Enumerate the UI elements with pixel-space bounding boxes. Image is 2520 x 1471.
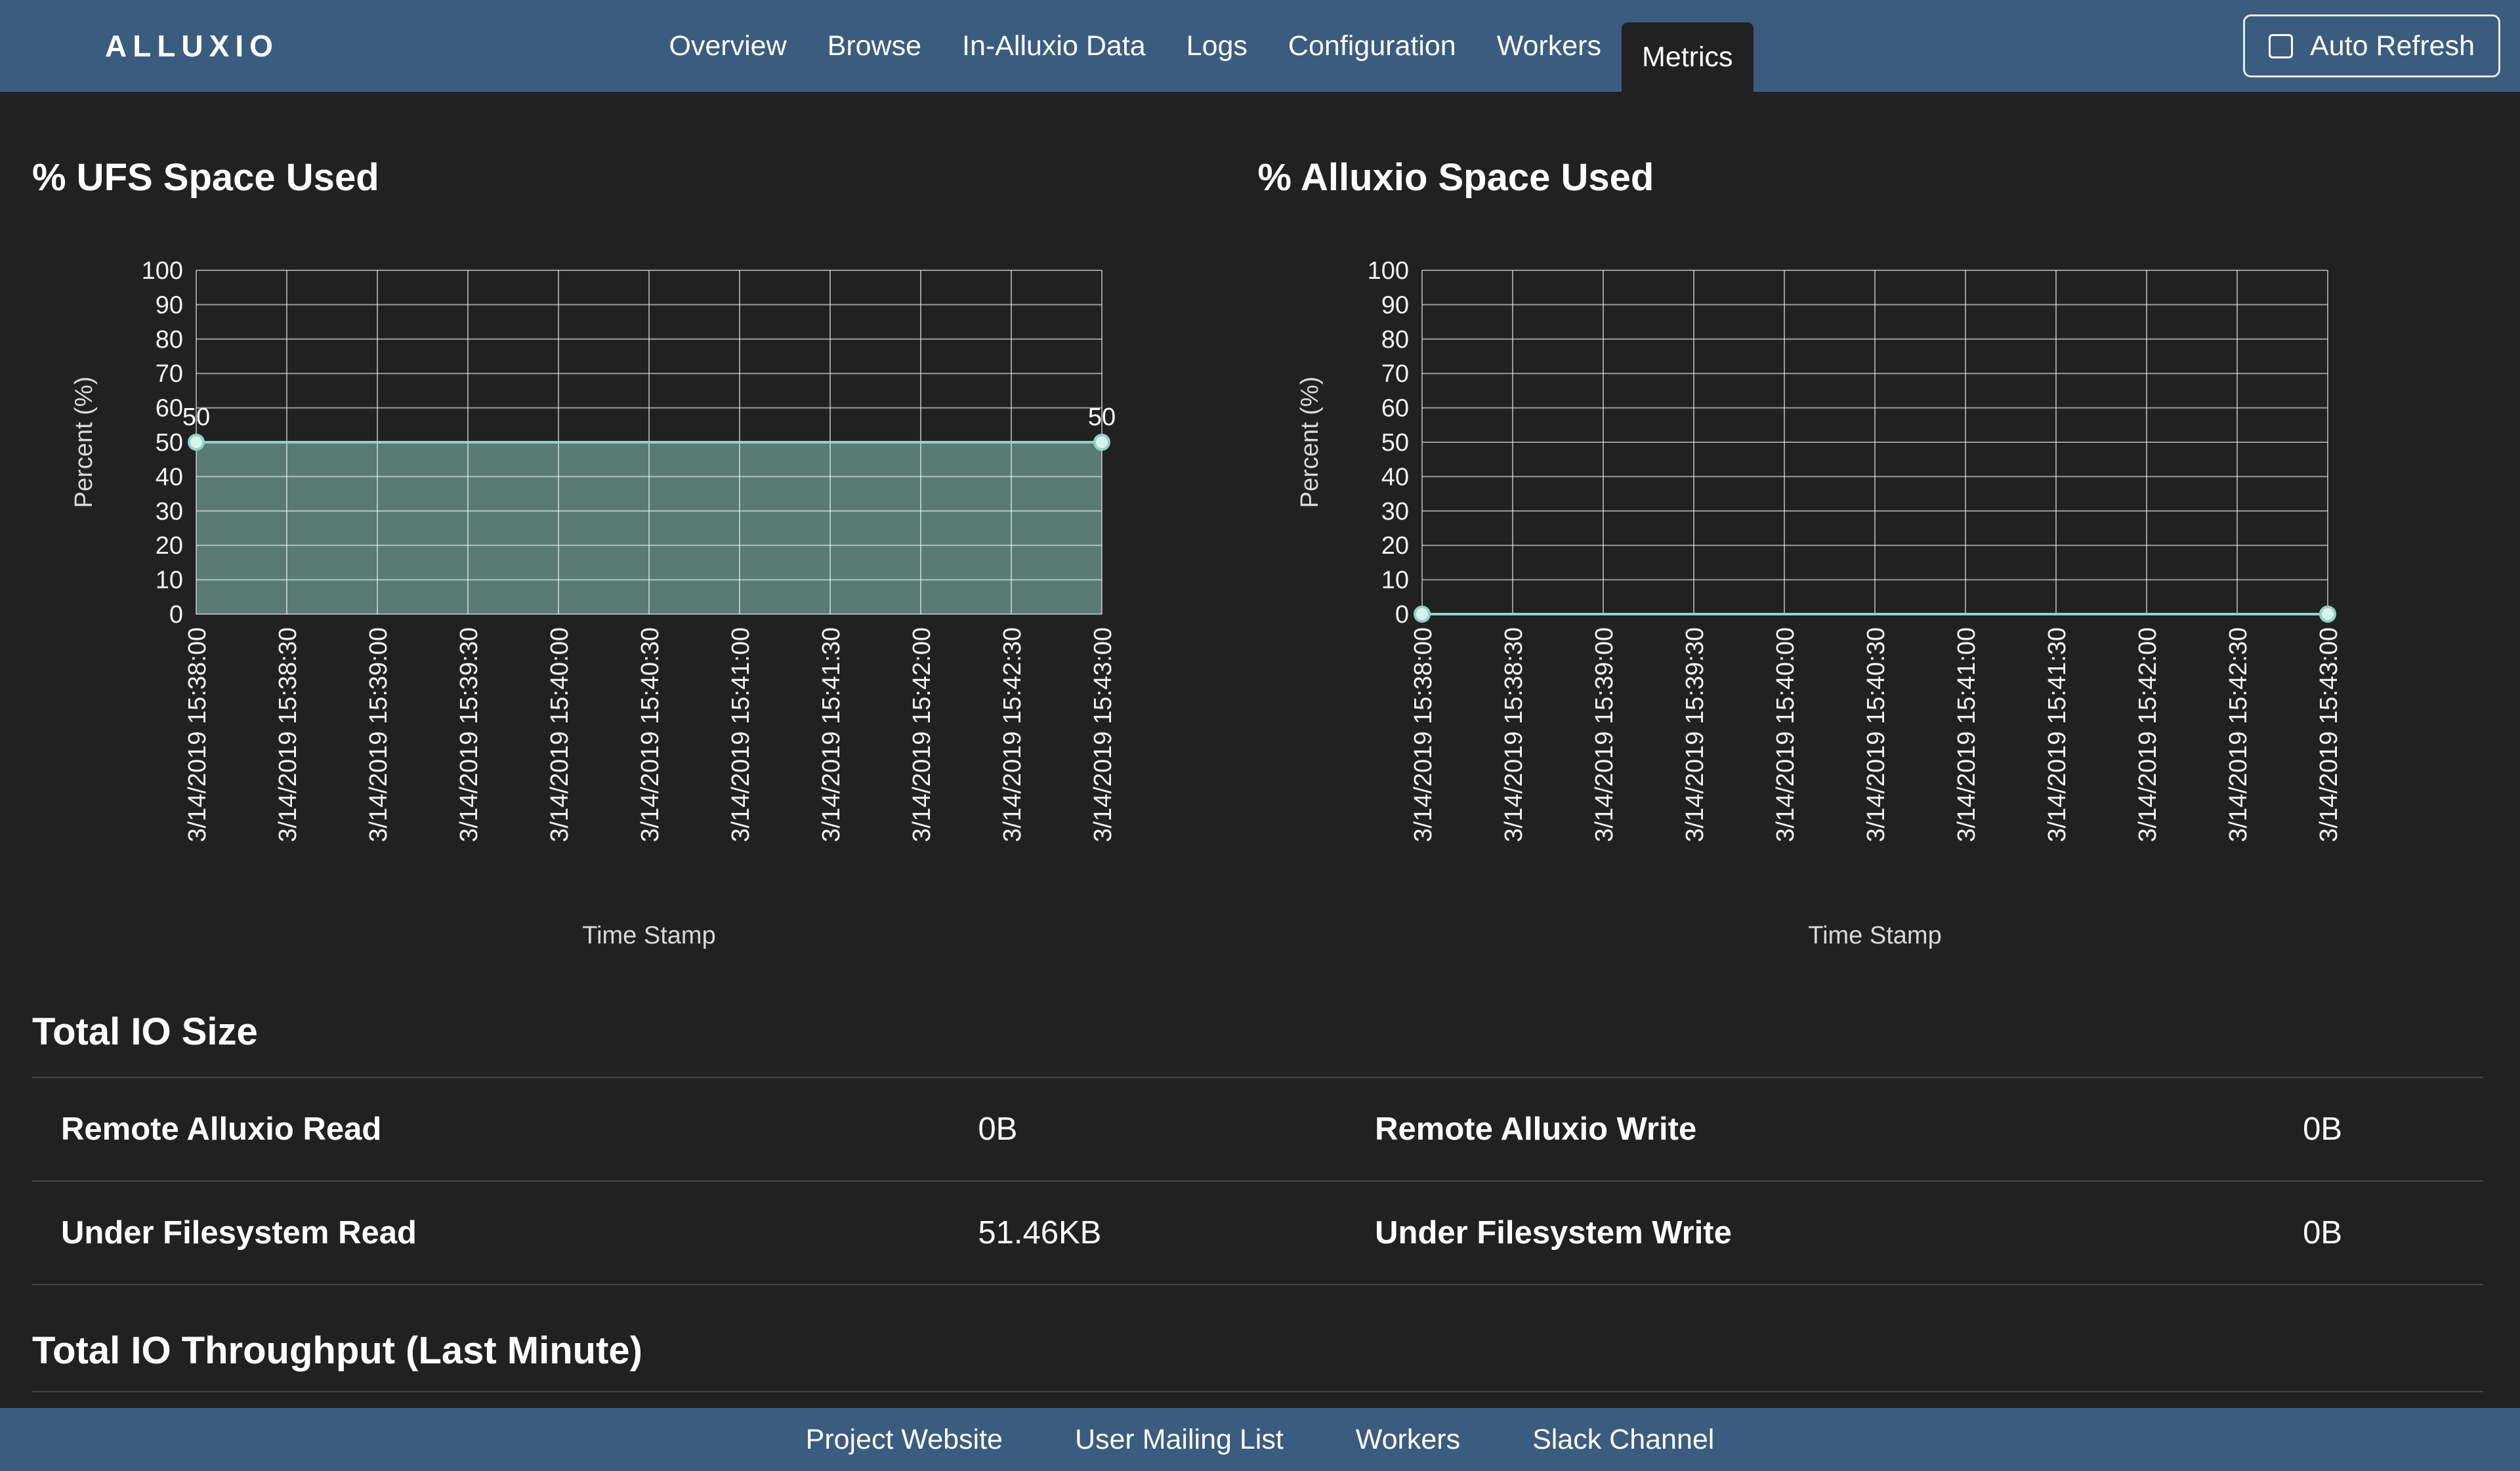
auto-refresh-label: Auto Refresh	[2310, 30, 2475, 62]
io-label-remote-alluxio-write: Remote Alluxio Write	[1375, 1111, 1697, 1147]
nav-item-workers[interactable]: Workers	[1477, 0, 1622, 92]
alluxio-space-chart-title: % Alluxio Space Used	[1257, 156, 1654, 199]
svg-text:80: 80	[1381, 326, 1408, 354]
section-divider	[32, 1391, 2483, 1392]
nav-item-in-alluxio-data[interactable]: In-Alluxio Data	[942, 0, 1166, 92]
io-label-under-filesystem-write: Under Filesystem Write	[1375, 1215, 1732, 1251]
svg-text:3/14/2019 15:42:30: 3/14/2019 15:42:30	[999, 627, 1026, 842]
svg-text:Time Stamp: Time Stamp	[1808, 922, 1941, 949]
svg-text:50: 50	[156, 429, 183, 457]
alluxio-space-chart-section: % Alluxio Space Used 0 10 20 30 40 50 60 70 80 90…	[1258, 155, 2484, 954]
svg-text:3/14/2019 15:41:00: 3/14/2019 15:41:00	[727, 627, 755, 842]
io-value-remote-alluxio-write: 0B	[2303, 1111, 2342, 1147]
ufs-space-chart-title: % UFS Space Used	[32, 156, 379, 199]
svg-text:80: 80	[156, 326, 183, 354]
svg-text:3/14/2019 15:39:00: 3/14/2019 15:39:00	[1591, 627, 1618, 842]
svg-text:3/14/2019 15:42:30: 3/14/2019 15:42:30	[2225, 627, 2252, 842]
io-label-under-filesystem-read: Under Filesystem Read	[61, 1215, 417, 1251]
metrics-page: % UFS Space Used 0 10 20 30 40 50 60 70 80 90 100 3…	[0, 155, 2520, 1392]
charts-row: % UFS Space Used 0 10 20 30 40 50 60 70 80 90 100 3…	[32, 155, 2483, 954]
io-value-under-filesystem-write: 0B	[2303, 1215, 2342, 1251]
nav-item-metrics[interactable]: Metrics	[1621, 22, 1754, 92]
svg-text:90: 90	[156, 291, 183, 319]
svg-text:3/14/2019 15:38:00: 3/14/2019 15:38:00	[184, 627, 211, 842]
alluxio-space-used-chart: 0 10 20 30 40 50 60 70 80 90 100 3/14/2019 15:38:00…	[1296, 257, 2343, 949]
ufs-space-chart-section: % UFS Space Used 0 10 20 30 40 50 60 70 80 90 100 3…	[32, 155, 1258, 954]
footer: Project Website User Mailing List Worker…	[0, 1408, 2520, 1471]
svg-text:60: 60	[1381, 395, 1408, 423]
ufs-space-used-chart: 01020304050607080901003/14/2019 15:38:00…	[70, 257, 1117, 949]
nav-item-overview[interactable]: Overview	[648, 0, 807, 92]
footer-link-slack-channel[interactable]: Slack Channel	[1532, 1424, 1714, 1456]
top-navbar: ALLUXIO Overview Browse In-Alluxio Data …	[0, 0, 2520, 92]
svg-text:90: 90	[1381, 291, 1408, 319]
auto-refresh-checkbox[interactable]	[2269, 33, 2294, 58]
svg-text:3/14/2019 15:40:00: 3/14/2019 15:40:00	[546, 627, 574, 842]
alluxio-logo[interactable]: ALLUXIO	[105, 28, 279, 64]
auto-refresh-button[interactable]: Auto Refresh	[2243, 14, 2500, 77]
svg-text:0: 0	[1395, 601, 1408, 629]
svg-text:40: 40	[1381, 463, 1408, 491]
svg-text:Time Stamp: Time Stamp	[582, 922, 715, 949]
svg-text:3/14/2019 15:41:30: 3/14/2019 15:41:30	[2044, 627, 2071, 842]
svg-text:40: 40	[156, 463, 183, 491]
svg-text:3/14/2019 15:39:30: 3/14/2019 15:39:30	[455, 627, 483, 842]
svg-text:3/14/2019 15:38:30: 3/14/2019 15:38:30	[1500, 627, 1528, 842]
footer-link-user-mailing-list[interactable]: User Mailing List	[1075, 1424, 1284, 1456]
nav-item-configuration[interactable]: Configuration	[1268, 0, 1477, 92]
svg-text:3/14/2019 15:43:00: 3/14/2019 15:43:00	[2315, 627, 2343, 842]
svg-text:3/14/2019 15:39:00: 3/14/2019 15:39:00	[365, 627, 392, 842]
footer-link-workers[interactable]: Workers	[1356, 1424, 1460, 1456]
svg-text:3/14/2019 15:39:30: 3/14/2019 15:39:30	[1681, 627, 1709, 842]
svg-text:50: 50	[182, 404, 210, 431]
svg-text:50: 50	[1088, 404, 1116, 431]
total-io-size-table: Remote Alluxio Read 0B Remote Alluxio Wr…	[32, 1077, 2483, 1285]
svg-text:3/14/2019 15:42:00: 3/14/2019 15:42:00	[908, 627, 936, 842]
svg-text:3/14/2019 15:38:00: 3/14/2019 15:38:00	[1410, 627, 1437, 842]
total-io-size-title: Total IO Size	[32, 1010, 258, 1053]
svg-text:10: 10	[156, 567, 183, 594]
main-nav: Overview Browse In-Alluxio Data Logs Con…	[648, 0, 1754, 92]
total-io-throughput-title: Total IO Throughput (Last Minute)	[32, 1329, 642, 1372]
svg-text:50: 50	[1381, 429, 1408, 457]
svg-text:0: 0	[169, 601, 183, 629]
svg-text:3/14/2019 15:38:30: 3/14/2019 15:38:30	[274, 627, 302, 842]
table-row: Under Filesystem Read 51.46KB Under File…	[32, 1182, 2483, 1285]
io-value-remote-alluxio-read: 0B	[978, 1111, 1018, 1147]
svg-text:3/14/2019 15:40:30: 3/14/2019 15:40:30	[637, 627, 664, 842]
svg-text:3/14/2019 15:40:30: 3/14/2019 15:40:30	[1862, 627, 1890, 842]
nav-item-browse[interactable]: Browse	[807, 0, 942, 92]
nav-item-logs[interactable]: Logs	[1166, 0, 1268, 92]
svg-text:3/14/2019 15:41:00: 3/14/2019 15:41:00	[1953, 627, 1981, 842]
io-value-under-filesystem-read: 51.46KB	[978, 1215, 1102, 1251]
svg-text:Percent (%): Percent (%)	[70, 377, 98, 508]
svg-text:3/14/2019 15:40:00: 3/14/2019 15:40:00	[1772, 627, 1799, 842]
svg-text:Percent (%): Percent (%)	[1296, 377, 1324, 508]
svg-text:100: 100	[142, 257, 183, 285]
io-label-remote-alluxio-read: Remote Alluxio Read	[61, 1111, 382, 1147]
svg-text:100: 100	[1367, 257, 1408, 285]
table-row: Remote Alluxio Read 0B Remote Alluxio Wr…	[32, 1078, 2483, 1182]
footer-link-project-website[interactable]: Project Website	[806, 1424, 1003, 1456]
svg-text:60: 60	[156, 395, 183, 423]
svg-text:10: 10	[1381, 567, 1408, 594]
svg-text:70: 70	[1381, 360, 1408, 388]
total-io-size-section: Total IO Size Remote Alluxio Read 0B Rem…	[32, 1010, 2483, 1392]
svg-text:3/14/2019 15:43:00: 3/14/2019 15:43:00	[1089, 627, 1117, 842]
svg-text:3/14/2019 15:42:00: 3/14/2019 15:42:00	[2134, 627, 2162, 842]
svg-text:30: 30	[156, 498, 183, 526]
svg-text:70: 70	[156, 360, 183, 388]
svg-text:3/14/2019 15:41:30: 3/14/2019 15:41:30	[818, 627, 845, 842]
svg-text:20: 20	[1381, 532, 1408, 560]
svg-text:20: 20	[156, 532, 183, 560]
svg-text:30: 30	[1381, 498, 1408, 526]
